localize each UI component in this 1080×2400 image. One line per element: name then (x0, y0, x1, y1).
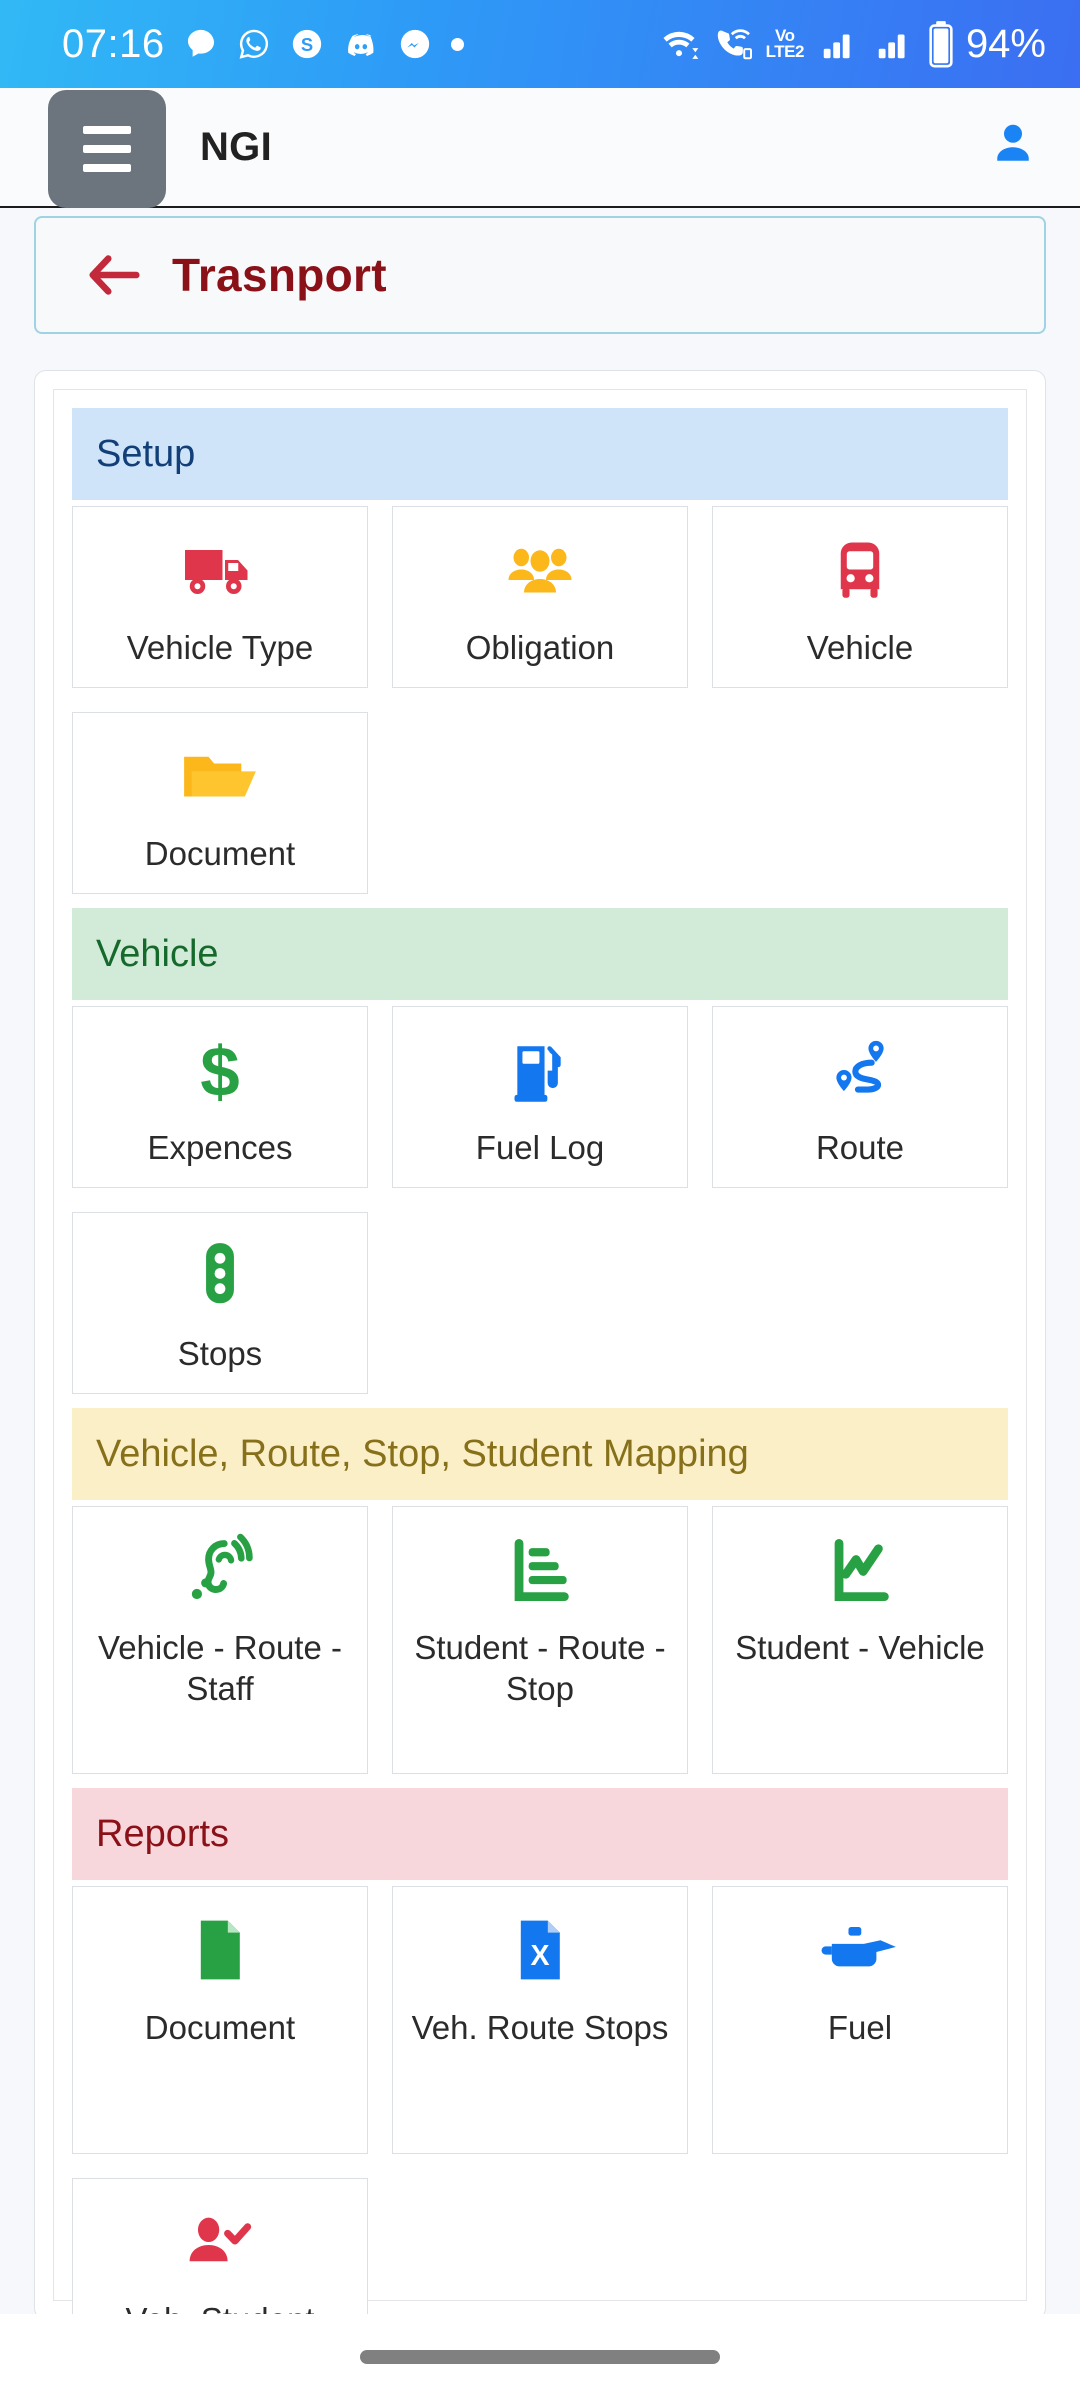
section-header-reports: Reports (72, 1788, 1008, 1880)
tile-grid-setup: Vehicle Type Obligation Vehicle Document (72, 506, 1008, 894)
people-group-icon (500, 529, 580, 611)
wifi-icon (658, 25, 700, 63)
more-dot-icon (450, 37, 464, 51)
truck-icon (180, 529, 260, 611)
tile-vehicle-type[interactable]: Vehicle Type (72, 506, 368, 688)
tile-document-report[interactable]: Document (72, 1886, 368, 2154)
transport-sections-container: Setup Vehicle Type Obligation Vehicle Do… (53, 389, 1027, 2319)
tile-label: Vehicle (806, 629, 914, 666)
call-wifi-icon (713, 25, 753, 63)
tile-grid-reports: Document X Veh. Route Stops Fuel Veh. St… (72, 1886, 1008, 2319)
section-header-setup: Setup (72, 408, 1008, 500)
tile-grid-mapping: Vehicle - Route - Staff Student - Route … (72, 1506, 1008, 1774)
discord-icon (343, 27, 379, 61)
tile-stops[interactable]: Stops (72, 1212, 368, 1394)
user-account-icon[interactable] (986, 118, 1040, 177)
document-file-icon (192, 1909, 248, 1991)
signal-bars-2-icon (872, 25, 914, 63)
section-title: Setup (96, 432, 196, 475)
battery-percentage: 94% (965, 21, 1046, 66)
hamburger-line (83, 126, 131, 134)
bus-icon (827, 529, 893, 611)
tile-label: Stops (177, 1335, 263, 1372)
tile-grid-vehicle: $ Expences Fuel Log Route Stops (72, 1006, 1008, 1394)
tile-label: Vehicle Type (126, 629, 314, 666)
tile-expences[interactable]: $ Expences (72, 1006, 368, 1188)
status-bar-right: Vo LTE2 94% (658, 20, 1046, 68)
section-header-vehicle: Vehicle (72, 908, 1008, 1000)
dollar-sign-icon: $ (192, 1029, 248, 1111)
page-title: Trasnport (172, 249, 387, 301)
oil-can-icon (819, 1909, 901, 1991)
folder-open-icon (179, 735, 261, 817)
tile-label: Student - Route - Stop (414, 1629, 666, 1708)
excel-file-icon: X (512, 1909, 568, 1991)
tile-label: Expences (147, 1129, 293, 1166)
section-title: Vehicle (96, 932, 219, 975)
hamburger-menu-icon[interactable] (48, 90, 166, 208)
tile-fuel[interactable]: Fuel (712, 1886, 1008, 2154)
app-bar: NGI (0, 88, 1080, 208)
svg-text:X: X (530, 1940, 549, 1972)
signal-bars-1-icon (817, 25, 859, 63)
assistive-listening-icon (184, 1529, 256, 1611)
tile-label: Document (144, 2009, 296, 2046)
messages-icon (184, 27, 218, 61)
tile-label: Obligation (465, 629, 615, 666)
tile-label: Fuel (827, 2009, 893, 2046)
tile-vehicle-route-staff[interactable]: Vehicle - Route - Staff (72, 1506, 368, 1774)
hamburger-line (83, 164, 131, 172)
section-title: Vehicle, Route, Stop, Student Mapping (96, 1432, 749, 1475)
tile-veh-student[interactable]: Veh. Student (72, 2178, 368, 2319)
app-title: NGI (200, 124, 273, 169)
tile-label: Fuel Log (475, 1129, 605, 1166)
section-title: Reports (96, 1812, 230, 1855)
tile-veh-route-stops[interactable]: X Veh. Route Stops (392, 1886, 688, 2154)
bar-chart-icon (506, 1529, 574, 1611)
page-title-bar: Trasnport (34, 216, 1046, 334)
tile-obligation[interactable]: Obligation (392, 506, 688, 688)
status-bar-left: 07:16 S (62, 24, 464, 64)
status-bar: 07:16 S Vo LTE2 94% (0, 0, 1080, 88)
skype-icon: S (290, 27, 324, 61)
tile-student-route-stop[interactable]: Student - Route - Stop (392, 1506, 688, 1774)
tile-label: Student - Vehicle (735, 1629, 985, 1666)
tile-label: Route (815, 1129, 905, 1166)
tile-document-setup[interactable]: Document (72, 712, 368, 894)
hamburger-line (83, 145, 131, 153)
line-chart-icon (826, 1529, 894, 1611)
tile-route[interactable]: Route (712, 1006, 1008, 1188)
back-arrow-icon[interactable] (86, 253, 144, 297)
home-gesture-bar[interactable] (360, 2350, 720, 2364)
volte-icon: Vo LTE2 (765, 25, 805, 61)
tile-student-vehicle[interactable]: Student - Vehicle (712, 1506, 1008, 1774)
tile-label: Document (144, 835, 296, 872)
route-map-icon (824, 1029, 896, 1111)
whatsapp-icon (237, 27, 271, 61)
tile-label: Vehicle - Route - Staff (98, 1629, 342, 1708)
fuel-pump-icon (506, 1029, 574, 1111)
navigation-gesture-area (0, 2314, 1080, 2400)
battery-icon (927, 20, 955, 68)
transport-module-card: Setup Vehicle Type Obligation Vehicle Do… (34, 370, 1046, 2320)
svg-text:$: $ (200, 1033, 239, 1107)
svg-text:S: S (300, 34, 312, 55)
messenger-icon (398, 27, 432, 61)
section-header-mapping: Vehicle, Route, Stop, Student Mapping (72, 1408, 1008, 1500)
tile-label: Veh. Route Stops (411, 2009, 669, 2046)
tile-vehicle[interactable]: Vehicle (712, 506, 1008, 688)
user-check-icon (182, 2201, 258, 2283)
status-bar-clock: 07:16 (62, 22, 165, 66)
traffic-light-icon (196, 1235, 244, 1317)
tile-fuel-log[interactable]: Fuel Log (392, 1006, 688, 1188)
